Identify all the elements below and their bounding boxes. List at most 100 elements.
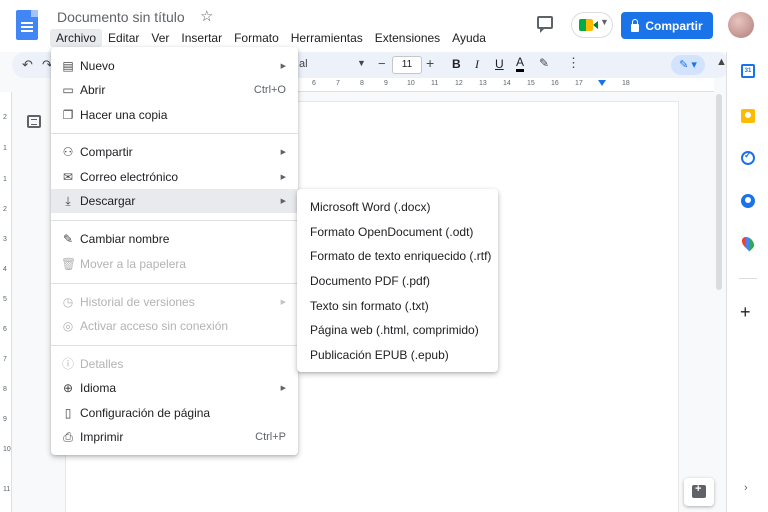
chevron-down-icon: ▼ — [600, 17, 609, 27]
shortcut-label: Ctrl+P — [255, 431, 286, 443]
ruler-tick-label: 6 — [3, 326, 7, 333]
menu-item-descargar[interactable]: ⤓ Descargar ▶ — [51, 189, 298, 213]
menu-formato[interactable]: Formato — [228, 29, 285, 47]
menu-divider — [51, 283, 298, 284]
font-size-input[interactable]: 11 — [392, 56, 422, 74]
underline-button[interactable]: U — [495, 57, 504, 71]
decrease-font-size-button[interactable]: − — [378, 56, 386, 71]
document-title[interactable]: Documento sin título — [57, 9, 185, 25]
contacts-icon[interactable] — [741, 194, 755, 208]
menu-ver[interactable]: Ver — [145, 29, 175, 47]
menu-item-compartir[interactable]: ⚇ Compartir ▶ — [51, 140, 298, 164]
shortcut-label: Ctrl+O — [253, 84, 286, 96]
explore-button[interactable] — [684, 478, 714, 506]
ruler-tick-label: 10 — [3, 446, 11, 453]
menu-extensiones[interactable]: Extensiones — [369, 29, 446, 47]
tasks-icon[interactable] — [741, 150, 755, 165]
menu-editar[interactable]: Editar — [102, 29, 145, 47]
ruler-tick-label: 16 — [551, 80, 559, 87]
menu-item-label: Correo electrónico — [80, 170, 179, 184]
menu-item-imprimir[interactable]: ⎙ Imprimir Ctrl+P — [51, 425, 298, 449]
avatar[interactable] — [728, 12, 754, 38]
menu-divider — [51, 133, 298, 134]
header-bar: Documento sin título ☆ Archivo Editar Ve… — [0, 0, 768, 52]
vertical-scrollbar[interactable] — [714, 94, 724, 290]
maps-icon[interactable] — [739, 234, 757, 252]
side-panel-divider — [739, 278, 757, 279]
menu-item-label: Configuración de página — [80, 406, 211, 420]
doc-icon: ▤ — [62, 59, 74, 73]
menu-item-hacer-copia[interactable]: ❐ Hacer una copia — [51, 103, 298, 127]
editing-mode-button[interactable]: ✎ ▾ — [671, 55, 705, 75]
share-button[interactable]: Compartir — [621, 12, 713, 39]
download-pdf[interactable]: Documento PDF (.pdf) — [310, 274, 430, 288]
download-txt[interactable]: Texto sin formato (.txt) — [310, 299, 429, 313]
star-icon[interactable]: ☆ — [200, 7, 213, 25]
download-rtf[interactable]: Formato de texto enriquecido (.rtf) — [310, 249, 491, 263]
right-indent-marker[interactable] — [598, 80, 606, 86]
ruler-tick-label: 17 — [575, 80, 583, 87]
ruler-tick-label: 11 — [431, 80, 439, 87]
ruler-tick-label: 8 — [360, 80, 364, 87]
bold-button[interactable]: B — [452, 57, 461, 71]
document-outline-icon[interactable] — [27, 115, 41, 128]
font-dropdown-icon[interactable]: ▼ — [357, 58, 366, 68]
calendar-icon[interactable]: 31 — [741, 64, 755, 78]
menu-item-abrir[interactable]: ▭ Abrir Ctrl+O — [51, 78, 298, 102]
ruler-tick-label: 5 — [3, 296, 7, 303]
menu-archivo[interactable]: Archivo — [50, 29, 103, 47]
menu-item-cambiar-nombre[interactable]: ✎ Cambiar nombre — [51, 227, 298, 251]
download-html[interactable]: Página web (.html, comprimido) — [310, 323, 479, 337]
highlight-pen-icon[interactable]: ✎ — [539, 56, 549, 70]
person-add-icon: ⚇ — [62, 145, 74, 159]
chevron-right-icon[interactable]: › — [744, 482, 748, 494]
side-panel: 31 + › — [726, 52, 768, 512]
menu-item-label: Detalles — [80, 357, 124, 371]
menu-item-correo[interactable]: ✉ Correo electrónico ▶ — [51, 165, 298, 189]
comments-icon[interactable] — [537, 16, 553, 33]
scrollbar-thumb[interactable] — [716, 94, 722, 290]
submenu-arrow-icon: ▶ — [280, 299, 286, 306]
keep-icon[interactable] — [741, 109, 755, 123]
ruler-tick-label: 7 — [336, 80, 340, 87]
mail-icon: ✉ — [62, 170, 74, 184]
submenu-arrow-icon: ▶ — [280, 385, 286, 392]
menu-item-label: Cambiar nombre — [80, 232, 170, 246]
ruler-tick-label: 4 — [3, 266, 7, 273]
download-odt[interactable]: Formato OpenDocument (.odt) — [310, 225, 473, 239]
increase-font-size-button[interactable]: + — [426, 55, 434, 71]
docs-logo-icon[interactable] — [16, 10, 38, 40]
menu-item-label: Imprimir — [80, 430, 124, 444]
download-epub[interactable]: Publicación EPUB (.epub) — [310, 348, 449, 362]
font-family-select[interactable]: al — [299, 58, 308, 70]
ruler-tick-label: 11 — [3, 486, 11, 493]
submenu-arrow-icon: ▶ — [280, 63, 286, 70]
download-docx[interactable]: Microsoft Word (.docx) — [310, 200, 430, 214]
add-addon-icon[interactable]: + — [740, 302, 751, 323]
globe-icon: ⊕ — [62, 381, 74, 395]
submenu-arrow-icon: ▶ — [280, 198, 286, 205]
text-color-button[interactable]: A — [516, 55, 525, 72]
ruler-tick-label: 18 — [622, 80, 630, 87]
ruler-tick-label: 14 — [503, 80, 511, 87]
menu-ayuda[interactable]: Ayuda — [446, 29, 492, 47]
menu-item-label: Compartir — [80, 145, 133, 159]
ruler-tick-label: 12 — [455, 80, 463, 87]
ruler-tick-label: 3 — [3, 236, 7, 243]
print-icon: ⎙ — [63, 430, 73, 444]
meet-button[interactable]: ▼ — [571, 12, 613, 38]
menu-item-nuevo[interactable]: ▤ Nuevo ▶ — [51, 54, 298, 78]
menu-item-papelera: 🗑 Mover a la papelera — [51, 252, 298, 276]
undo-icon[interactable]: ↶ — [22, 57, 33, 73]
menu-item-configuracion[interactable]: ▯ Configuración de página — [51, 401, 298, 425]
menu-herramientas[interactable]: Herramientas — [285, 29, 369, 47]
ruler-tick-label: 9 — [3, 416, 7, 423]
menu-item-idioma[interactable]: ⊕ Idioma ▶ — [51, 376, 298, 400]
file-menu: ▤ Nuevo ▶ ▭ Abrir Ctrl+O ❐ Hacer una cop… — [51, 47, 298, 455]
menu-insertar[interactable]: Insertar — [175, 29, 228, 47]
menu-bar: Archivo Editar Ver Insertar Formato Herr… — [50, 29, 492, 47]
ruler-tick-label: 2 — [3, 206, 7, 213]
more-options-icon[interactable]: ⋮ — [567, 55, 581, 71]
info-icon: ⓘ — [61, 357, 74, 371]
italic-button[interactable]: I — [475, 57, 479, 72]
